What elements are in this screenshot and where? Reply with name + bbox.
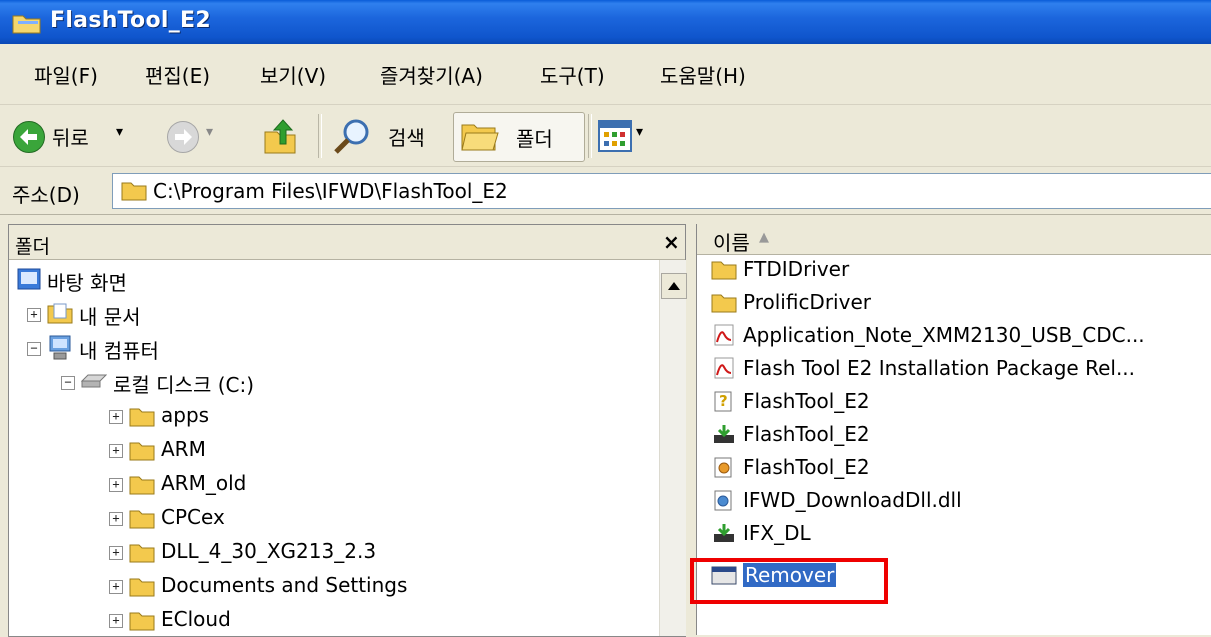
desktop-icon — [17, 268, 41, 290]
folders-button-label: 폴더 — [516, 127, 553, 151]
address-bar: 주소(D) C:\Program Files\IFWD\FlashTool_E2 — [0, 168, 1211, 215]
tree-item-label: 내 문서 — [79, 305, 141, 329]
file-name: Flash Tool E2 Installation Package Rel..… — [743, 356, 1136, 380]
expand-icon[interactable]: + — [109, 410, 123, 424]
collapse-icon[interactable]: − — [27, 342, 41, 356]
folder-icon — [129, 408, 155, 427]
address-label: 주소(D) — [12, 183, 80, 207]
back-dropdown-icon[interactable]: ▾ — [116, 124, 123, 140]
folder-tree-pane: 폴더 × 바탕 화면 + 내 문서 − 내 컴퓨터 − 로컬 디스크 (C:) … — [8, 224, 687, 637]
expand-icon[interactable]: + — [27, 308, 41, 322]
folder-pane-header: 폴더 × — [9, 225, 685, 260]
toolbar-separator — [588, 114, 592, 158]
tree-item-label: 로컬 디스크 (C:) — [113, 373, 255, 397]
expand-icon[interactable]: + — [109, 512, 123, 526]
folder-icon — [129, 442, 155, 461]
views-icon[interactable] — [598, 120, 632, 152]
forward-dropdown-icon[interactable]: ▾ — [206, 124, 213, 140]
file-name: Application_Note_XMM2130_USB_CDC... — [743, 323, 1145, 347]
folder-icon — [12, 15, 41, 34]
folder-icon — [129, 578, 155, 597]
collapse-icon[interactable]: − — [61, 376, 75, 390]
folder-icon — [129, 612, 155, 631]
highlight-annotation-box — [690, 558, 888, 604]
forward-arrow-icon[interactable] — [166, 120, 200, 154]
tree-item-label: Documents and Settings — [161, 573, 408, 597]
svg-text:?: ? — [719, 392, 728, 410]
title-bar[interactable]: FlashTool_E2 — [0, 0, 1211, 44]
menu-edit[interactable]: 편집(E) — [145, 60, 210, 89]
settings-file-icon — [714, 457, 732, 478]
address-value: C:\Program Files\IFWD\FlashTool_E2 — [153, 179, 508, 203]
folder-icon — [129, 510, 155, 529]
file-name: FlashTool_E2 — [743, 389, 870, 413]
address-input[interactable]: C:\Program Files\IFWD\FlashTool_E2 — [112, 173, 1211, 209]
tree-item-label: CPCex — [161, 505, 225, 529]
my-documents-icon — [47, 303, 73, 324]
expand-icon[interactable]: + — [109, 546, 123, 560]
close-pane-icon[interactable]: × — [663, 230, 680, 254]
pdf-icon — [714, 357, 734, 379]
tree-item-label: DLL_4_30_XG213_2.3 — [161, 539, 377, 563]
file-name: IFWD_DownloadDll.dll — [743, 488, 962, 512]
column-name-label: 이름 — [713, 231, 750, 255]
tree-item-label: ARM_old — [161, 471, 247, 495]
folder-open-icon — [461, 124, 499, 151]
dll-icon — [714, 490, 732, 511]
toolbar-separator — [318, 114, 322, 158]
menu-file[interactable]: 파일(F) — [34, 60, 98, 89]
search-button-label[interactable]: 검색 — [388, 122, 425, 151]
menu-help[interactable]: 도움말(H) — [660, 60, 746, 89]
expand-icon[interactable]: + — [109, 614, 123, 628]
back-button-label[interactable]: 뒤로 — [52, 122, 89, 151]
tree-item-label: apps — [161, 403, 210, 427]
search-icon[interactable] — [332, 118, 372, 156]
scroll-up-icon — [668, 282, 680, 290]
tree-item-label: ECloud — [161, 607, 231, 631]
tree-item-label: 내 컴퓨터 — [79, 339, 159, 363]
views-dropdown-icon[interactable]: ▾ — [636, 124, 643, 140]
column-header-name[interactable]: 이름 ▲ — [697, 224, 1211, 255]
folder-icon — [121, 182, 147, 201]
up-folder-icon[interactable] — [262, 118, 298, 156]
tree-scrollbar[interactable] — [659, 260, 686, 636]
file-name: FTDIDriver — [743, 257, 850, 281]
menu-bar: 파일(F) 편집(E) 보기(V) 즐겨찾기(A) 도구(T) 도움말(H) — [0, 46, 1211, 105]
folder-icon — [129, 476, 155, 495]
my-computer-icon — [49, 335, 71, 360]
disk-drive-icon — [81, 374, 107, 388]
file-name: ProlificDriver — [743, 290, 871, 314]
folder-icon — [129, 544, 155, 563]
window-title: FlashTool_E2 — [50, 8, 211, 33]
toolbar: 뒤로 ▾ ▾ 검색 폴더 ▾ — [0, 108, 1211, 167]
tree-item-label: 바탕 화면 — [47, 271, 127, 295]
sort-ascending-icon: ▲ — [759, 230, 769, 245]
application-icon — [714, 524, 734, 542]
folder-icon — [711, 294, 737, 313]
back-arrow-icon[interactable] — [12, 120, 46, 154]
pdf-icon — [714, 324, 734, 346]
folders-button[interactable]: 폴더 — [453, 112, 585, 162]
menu-tools[interactable]: 도구(T) — [540, 60, 605, 89]
file-name: IFX_DL — [743, 521, 811, 545]
folder-icon — [711, 261, 737, 280]
help-file-icon: ? — [714, 391, 732, 412]
menu-view[interactable]: 보기(V) — [260, 60, 326, 89]
scroll-up-button[interactable] — [661, 273, 687, 299]
expand-icon[interactable]: + — [109, 478, 123, 492]
tree-item-label: ARM — [161, 437, 206, 461]
folder-pane-title: 폴더 — [15, 236, 50, 258]
application-icon — [714, 425, 734, 443]
expand-icon[interactable]: + — [109, 444, 123, 458]
file-name: FlashTool_E2 — [743, 455, 870, 479]
menu-favorites[interactable]: 즐겨찾기(A) — [380, 60, 483, 89]
expand-icon[interactable]: + — [109, 580, 123, 594]
file-name: FlashTool_E2 — [743, 422, 870, 446]
